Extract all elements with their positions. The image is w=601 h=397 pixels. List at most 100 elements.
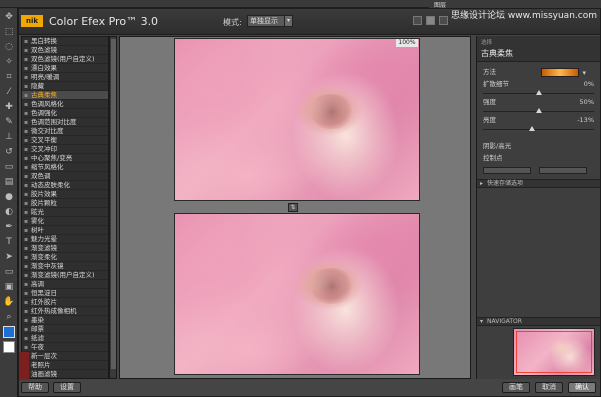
app-title: Color Efex Pro™ 3.0 bbox=[49, 15, 159, 28]
filter-item[interactable]: 漂白效果 bbox=[22, 64, 108, 73]
gradient-tool-icon[interactable]: ▤ bbox=[3, 176, 15, 188]
filter-item[interactable]: 树叶 bbox=[22, 226, 108, 235]
navigator-thumbnail[interactable] bbox=[513, 328, 595, 376]
filter-item[interactable]: 色调范围对比度 bbox=[22, 118, 108, 127]
filter-item[interactable]: 胶片效果 bbox=[22, 190, 108, 199]
shadows-row[interactable]: 阴影/高光 bbox=[477, 140, 600, 152]
photoshop-toolbar: ✥ ⬚ ◌ ✧ ⌗ ⁄ ✚ ✎ ⊥ ↺ ▭ ▤ ● ◐ ✒ T ➤ ▭ ▣ ✋ … bbox=[0, 8, 18, 397]
control-point-buttons bbox=[477, 164, 600, 177]
filter-item[interactable]: 雾化 bbox=[22, 217, 108, 226]
ok-button[interactable]: 确认 bbox=[568, 382, 596, 393]
background-color-icon[interactable] bbox=[3, 341, 15, 353]
filter-item[interactable]: 色调强化 bbox=[22, 109, 108, 118]
navigator-section[interactable]: NAVIGATOR bbox=[477, 317, 600, 326]
color-efex-window: nik Color Efex Pro™ 3.0 模式: 单独显示 ▾ 黑白转换双… bbox=[18, 8, 601, 397]
single-view-icon[interactable] bbox=[413, 16, 422, 25]
settings-button[interactable]: 设置 bbox=[53, 382, 81, 393]
lasso-tool-icon[interactable]: ◌ bbox=[3, 41, 15, 53]
filter-item[interactable]: 古典柔焦 bbox=[22, 91, 108, 100]
side-by-side-icon[interactable] bbox=[439, 16, 448, 25]
notes-tool-icon[interactable]: ▣ bbox=[3, 281, 15, 293]
filter-item[interactable]: 墨染 bbox=[22, 316, 108, 325]
bottom-left-buttons: 帮助 设置 bbox=[21, 382, 81, 393]
method-label: 方法 bbox=[483, 68, 496, 76]
slider-knob[interactable] bbox=[535, 90, 542, 95]
filter-item[interactable]: 眩光 bbox=[22, 208, 108, 217]
filter-item[interactable]: 交叉平衡 bbox=[22, 136, 108, 145]
filter-item[interactable]: 老照片 bbox=[22, 361, 108, 370]
filter-item[interactable]: 渐变滤镜 bbox=[22, 244, 108, 253]
filter-item[interactable]: 微交对比度 bbox=[22, 127, 108, 136]
filter-item[interactable]: 双色滤镜 bbox=[22, 46, 108, 55]
filter-item[interactable]: 明亮/暖调 bbox=[22, 73, 108, 82]
filter-item[interactable]: 渐变柔化 bbox=[22, 253, 108, 262]
filter-item[interactable]: 新一层次 bbox=[22, 352, 108, 361]
zoom-tool-icon[interactable]: ⌕ bbox=[3, 311, 15, 323]
hand-tool-icon[interactable]: ✋ bbox=[3, 296, 15, 308]
crop-tool-icon[interactable]: ⌗ bbox=[3, 71, 15, 83]
cancel-button[interactable]: 取消 bbox=[535, 382, 563, 393]
filter-item[interactable]: 黑白转换 bbox=[22, 37, 108, 46]
swap-icon[interactable]: ⇅ bbox=[288, 203, 298, 212]
filter-item[interactable]: 红外热成像相机 bbox=[22, 307, 108, 316]
stamp-tool-icon[interactable]: ⊥ bbox=[3, 131, 15, 143]
filter-item[interactable]: 双色调 bbox=[22, 172, 108, 181]
filter-item[interactable]: 动态皮肤柔化 bbox=[22, 181, 108, 190]
brightness-slider[interactable] bbox=[483, 126, 594, 132]
blur-tool-icon[interactable]: ● bbox=[3, 191, 15, 203]
method-select[interactable] bbox=[541, 67, 586, 79]
split-view-icon[interactable] bbox=[426, 16, 435, 25]
scroll-thumb[interactable] bbox=[111, 39, 116, 369]
after-preview-image[interactable] bbox=[174, 213, 420, 375]
dodge-tool-icon[interactable]: ◐ bbox=[3, 206, 15, 218]
slider-knob[interactable] bbox=[528, 126, 535, 131]
filter-item[interactable]: 魅力光晕 bbox=[22, 235, 108, 244]
diffuse-row: 扩散细节 0% bbox=[477, 78, 600, 90]
view-toggle-group bbox=[413, 16, 448, 25]
diffuse-label: 扩散细节 bbox=[483, 80, 509, 88]
before-preview-image[interactable] bbox=[174, 38, 420, 201]
filter-item[interactable]: 中心聚焦/变亮 bbox=[22, 154, 108, 163]
add-control-point-button[interactable] bbox=[483, 167, 531, 174]
remove-control-point-button[interactable] bbox=[539, 167, 587, 174]
filter-item[interactable]: 色调风格化 bbox=[22, 100, 108, 109]
filter-item[interactable]: 高调 bbox=[22, 280, 108, 289]
filter-item[interactable]: 渐变中灰镜 bbox=[22, 262, 108, 271]
filter-item[interactable]: 交叉冲印 bbox=[22, 145, 108, 154]
brush-tool-icon[interactable]: ✎ bbox=[3, 116, 15, 128]
history-brush-icon[interactable]: ↺ bbox=[3, 146, 15, 158]
filter-list-scrollbar[interactable] bbox=[109, 36, 117, 379]
chevron-down-icon[interactable]: ▾ bbox=[284, 15, 293, 27]
filter-item[interactable]: 红外胶片 bbox=[22, 298, 108, 307]
slider-knob[interactable] bbox=[535, 108, 542, 113]
magic-wand-icon[interactable]: ✧ bbox=[3, 56, 15, 68]
brush-button[interactable]: 画笔 bbox=[502, 382, 530, 393]
zoom-indicator[interactable]: 100% bbox=[396, 39, 418, 47]
filter-item[interactable]: 渐变滤镜(用户自定义) bbox=[22, 271, 108, 280]
filter-item[interactable]: 纸滤 bbox=[22, 334, 108, 343]
filter-item[interactable]: 恒黑淀日 bbox=[22, 289, 108, 298]
foreground-color-icon[interactable] bbox=[3, 326, 15, 338]
filter-item[interactable]: 双色滤镜(用户自定义) bbox=[22, 55, 108, 64]
saved-settings-section[interactable]: 快速存储选项 bbox=[477, 179, 600, 188]
filter-item[interactable]: 油画滤镜 bbox=[22, 370, 108, 378]
navigator-viewport[interactable] bbox=[516, 331, 592, 373]
shape-tool-icon[interactable]: ▭ bbox=[3, 266, 15, 278]
pen-tool-icon[interactable]: ✒ bbox=[3, 221, 15, 233]
help-button[interactable]: 帮助 bbox=[21, 382, 49, 393]
filter-item[interactable]: 缩节风格化 bbox=[22, 163, 108, 172]
eyedropper-tool-icon[interactable]: ⁄ bbox=[3, 86, 15, 98]
filter-item[interactable]: 邮票 bbox=[22, 325, 108, 334]
healing-tool-icon[interactable]: ✚ bbox=[3, 101, 15, 113]
eraser-tool-icon[interactable]: ▭ bbox=[3, 161, 15, 173]
type-tool-icon[interactable]: T bbox=[3, 236, 15, 248]
side-red-tab[interactable] bbox=[19, 352, 29, 380]
path-select-icon[interactable]: ➤ bbox=[3, 251, 15, 263]
filter-item[interactable]: 胶片颗粒 bbox=[22, 199, 108, 208]
filter-item[interactable]: 午夜 bbox=[22, 343, 108, 352]
layers-tab[interactable]: 图层 bbox=[434, 0, 464, 9]
filter-item[interactable]: 隐藏 bbox=[22, 82, 108, 91]
mode-select[interactable]: 单独显示 ▾ bbox=[247, 15, 293, 27]
marquee-tool-icon[interactable]: ⬚ bbox=[3, 26, 15, 38]
move-tool-icon[interactable]: ✥ bbox=[3, 11, 15, 23]
